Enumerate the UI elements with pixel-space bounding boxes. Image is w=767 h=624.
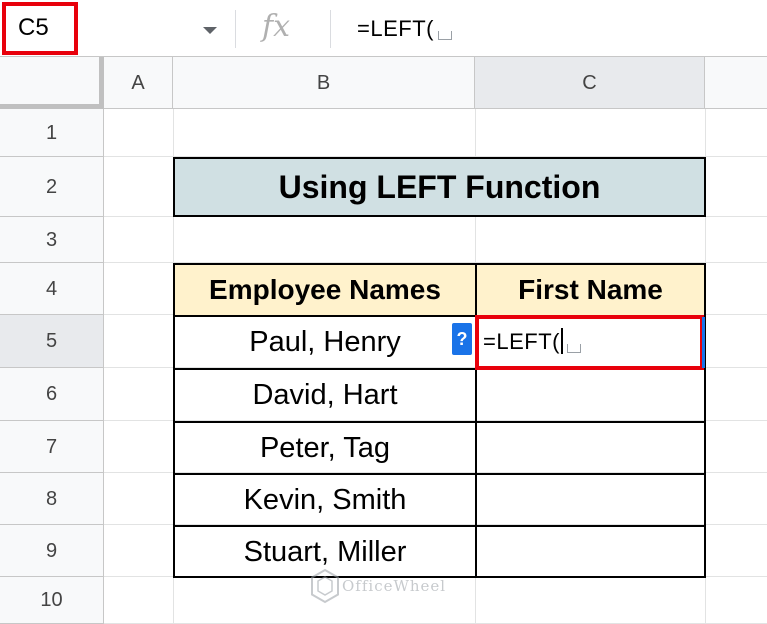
formula-bar-divider — [330, 10, 331, 48]
employee-name-cell[interactable]: Kevin, Smith — [173, 473, 475, 525]
select-all-corner[interactable] — [0, 57, 104, 109]
first-name-cell[interactable] — [475, 421, 704, 473]
formula-bar: C5 fx =LEFT( — [0, 0, 767, 57]
formula-help-icon[interactable]: ? — [452, 323, 472, 355]
formula-bar-divider — [235, 10, 236, 48]
selection-edge — [702, 317, 705, 368]
first-name-cell[interactable] — [475, 473, 704, 525]
first-name-cell[interactable] — [475, 525, 704, 577]
name-box[interactable]: C5 — [2, 2, 78, 55]
text-cursor — [560, 328, 563, 354]
header-employee-names[interactable]: Employee Names — [173, 263, 475, 315]
column-header-c[interactable]: C — [475, 57, 705, 109]
space-marker-icon — [437, 31, 452, 40]
row-header-2[interactable]: 2 — [0, 157, 104, 217]
watermark-logo-icon — [311, 568, 339, 604]
row-header-1[interactable]: 1 — [0, 109, 104, 157]
row-header-6[interactable]: 6 — [0, 368, 104, 421]
active-cell-text: =LEFT( — [483, 329, 560, 354]
column-header-b[interactable]: B — [173, 57, 475, 109]
row-header-3[interactable]: 3 — [0, 217, 104, 263]
row-header-5[interactable]: 5 — [0, 315, 104, 368]
header-first-name[interactable]: First Name — [475, 263, 704, 315]
first-name-cell[interactable] — [475, 368, 704, 421]
row-header-9[interactable]: 9 — [0, 525, 104, 577]
row-header-8[interactable]: 8 — [0, 473, 104, 525]
formula-input[interactable]: =LEFT( — [357, 10, 452, 48]
space-marker-icon — [566, 344, 581, 353]
employee-name-cell[interactable]: Peter, Tag — [173, 421, 475, 473]
table-border — [704, 263, 706, 578]
watermark-logo: OfficeWheel — [310, 568, 460, 604]
watermark-text: OfficeWheel — [342, 577, 447, 595]
row-header-4[interactable]: 4 — [0, 263, 104, 315]
fx-icon: fx — [262, 9, 291, 44]
column-header-a[interactable]: A — [104, 57, 173, 109]
column-header-d[interactable] — [705, 57, 767, 109]
row-header-10[interactable]: 10 — [0, 577, 104, 624]
employee-name-cell[interactable]: Paul, Henry — [173, 315, 475, 368]
name-box-dropdown-icon[interactable] — [198, 18, 222, 42]
employee-name-cell[interactable]: David, Hart — [173, 368, 475, 421]
active-cell-editor[interactable]: =LEFT( — [483, 320, 581, 364]
row-header-7[interactable]: 7 — [0, 421, 104, 473]
formula-text: =LEFT( — [357, 16, 434, 41]
title-cell[interactable]: Using LEFT Function — [173, 157, 706, 217]
